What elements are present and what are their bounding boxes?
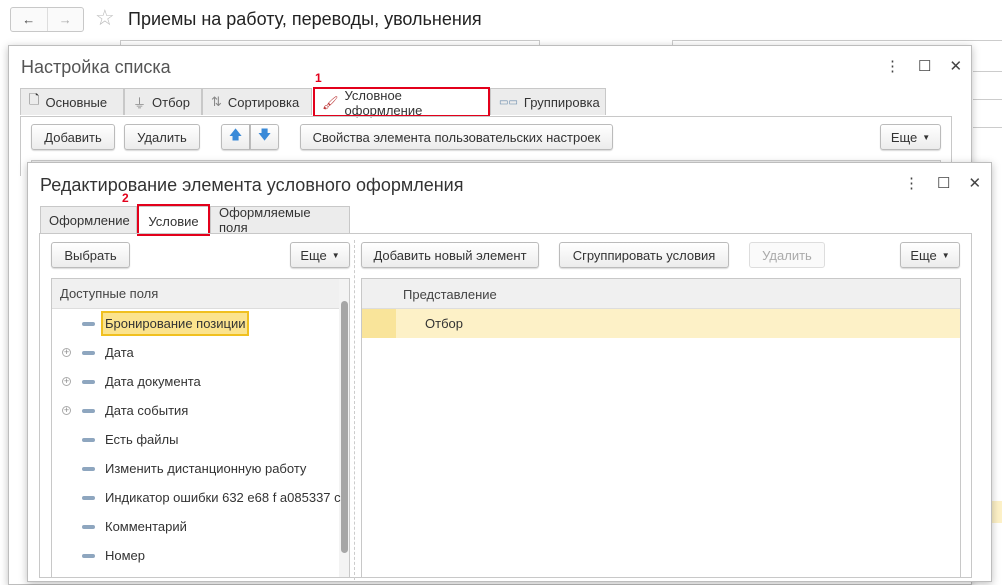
field-label: Номер bbox=[105, 548, 146, 563]
field-icon bbox=[82, 495, 95, 500]
more-menu-icon[interactable]: ⋮ bbox=[904, 174, 919, 192]
more-label: Еще bbox=[890, 129, 918, 145]
tree-header: Доступные поля bbox=[52, 279, 339, 309]
list-item[interactable]: + Дата bbox=[52, 338, 338, 367]
scrollbar[interactable] bbox=[339, 279, 349, 577]
tab-label: Сортировка bbox=[227, 94, 300, 110]
tab-grouping[interactable]: ▭▭ Группировка bbox=[490, 88, 606, 115]
move-down-button[interactable]: 🡇 bbox=[250, 124, 279, 150]
close-icon[interactable]: ✕ bbox=[949, 57, 962, 75]
list-item[interactable]: + Дата события bbox=[52, 396, 338, 425]
sort-icon: ⇅ bbox=[211, 94, 222, 109]
back-button[interactable]: ← bbox=[11, 8, 48, 31]
dropdown-arrow-icon: ▼ bbox=[922, 132, 931, 142]
field-label: Есть файлы bbox=[105, 432, 179, 447]
more-menu-icon[interactable]: ⋮ bbox=[885, 57, 900, 75]
tab-label: Отбор bbox=[152, 94, 190, 110]
field-label: Бронирование позиции bbox=[101, 311, 250, 336]
nav-buttons: ← → bbox=[10, 7, 84, 32]
tab-filter[interactable]: ⏚ Отбор bbox=[124, 88, 202, 115]
more-button[interactable]: Еще ▼ bbox=[880, 124, 941, 150]
row-label: Отбор bbox=[425, 316, 463, 331]
field-icon bbox=[82, 408, 95, 413]
tab-sort[interactable]: ⇅ Сортировка bbox=[202, 88, 312, 115]
list-item[interactable]: Комментарий bbox=[52, 512, 338, 541]
field-label: Дата события bbox=[105, 403, 189, 418]
move-up-button[interactable]: 🡅 bbox=[221, 124, 250, 150]
add-new-element-button[interactable]: Добавить новый элемент bbox=[361, 242, 539, 268]
properties-button[interactable]: Свойства элемента пользовательских настр… bbox=[300, 124, 613, 150]
list-item[interactable]: Индикатор ошибки 632 e68 f a085337 c bbox=[52, 483, 341, 512]
field-icon bbox=[82, 524, 95, 529]
expand-icon[interactable]: + bbox=[62, 348, 71, 357]
dropdown-arrow-icon: ▼ bbox=[331, 250, 340, 260]
page-title: Приемы на работу, переводы, увольнения bbox=[128, 9, 482, 29]
highlight-box-2 bbox=[137, 204, 210, 236]
field-icon bbox=[82, 321, 95, 326]
right-more-button[interactable]: Еще ▼ bbox=[900, 242, 960, 268]
field-label: Изменить дистанционную работу bbox=[105, 461, 307, 476]
maximize-icon[interactable]: ☐ bbox=[918, 57, 931, 75]
field-icon bbox=[82, 350, 95, 355]
list-item[interactable]: Номер bbox=[52, 541, 338, 570]
field-label: Комментарий bbox=[105, 519, 187, 534]
marker-2: 2 bbox=[122, 191, 129, 205]
column-representation[interactable]: Представление bbox=[403, 287, 497, 302]
available-fields-tree: Доступные поля Бронирование позиции + Дата… bbox=[51, 278, 350, 578]
maximize-icon[interactable]: ☐ bbox=[937, 174, 950, 192]
field-label: Дата bbox=[105, 345, 134, 360]
add-button[interactable]: Добавить bbox=[31, 124, 115, 150]
close-icon[interactable]: ✕ bbox=[968, 174, 981, 192]
field-label: Индикатор ошибки 632 e68 f a085337 c bbox=[105, 490, 341, 505]
tab-label: Основные bbox=[45, 94, 108, 110]
grid-header: Представление bbox=[362, 279, 960, 309]
dialog-title: Настройка списка bbox=[21, 57, 171, 77]
list-item[interactable]: Бронирование позиции bbox=[52, 309, 338, 338]
dialog-title: Редактирование элемента условного оформл… bbox=[40, 175, 464, 195]
tab-label: Группировка bbox=[523, 94, 600, 110]
tab-formatted-fields[interactable]: Оформляемые поля bbox=[210, 205, 350, 235]
highlight-box-1 bbox=[313, 87, 490, 117]
forward-button[interactable]: → bbox=[48, 8, 84, 31]
document-icon: 🗋 bbox=[29, 92, 40, 107]
dropdown-arrow-icon: ▼ bbox=[941, 250, 950, 260]
tab-appearance[interactable]: Оформление bbox=[40, 206, 137, 233]
table-row[interactable]: Отбор bbox=[362, 309, 960, 338]
filter-icon: ⏚ bbox=[133, 95, 147, 111]
more-label: Еще bbox=[300, 247, 327, 263]
star-icon[interactable]: ☆ bbox=[95, 5, 115, 31]
pane-splitter[interactable] bbox=[354, 240, 355, 580]
field-icon bbox=[82, 379, 95, 384]
marker-1: 1 bbox=[315, 71, 322, 85]
field-icon bbox=[82, 437, 95, 442]
group-conditions-button[interactable]: Сгруппировать условия bbox=[559, 242, 729, 268]
select-button[interactable]: Выбрать bbox=[51, 242, 130, 268]
grouping-icon: ▭▭ bbox=[499, 96, 518, 108]
field-icon bbox=[82, 553, 95, 558]
field-label: Дата документа bbox=[105, 374, 201, 389]
delete-button[interactable]: Удалить bbox=[124, 124, 200, 150]
conditions-grid: Представление Отбор bbox=[361, 278, 961, 578]
expand-icon[interactable]: + bbox=[62, 406, 71, 415]
field-icon bbox=[82, 466, 95, 471]
tab-basic[interactable]: 🗋 Основные bbox=[20, 88, 124, 115]
delete-condition-button[interactable]: Удалить bbox=[749, 242, 825, 268]
more-label: Еще bbox=[910, 247, 937, 263]
list-item[interactable]: Есть файлы bbox=[52, 425, 338, 454]
expand-icon[interactable]: + bbox=[62, 377, 71, 386]
list-item[interactable]: + Дата документа bbox=[52, 367, 338, 396]
left-more-button[interactable]: Еще ▼ bbox=[290, 242, 350, 268]
list-item[interactable]: Изменить дистанционную работу bbox=[52, 454, 338, 483]
